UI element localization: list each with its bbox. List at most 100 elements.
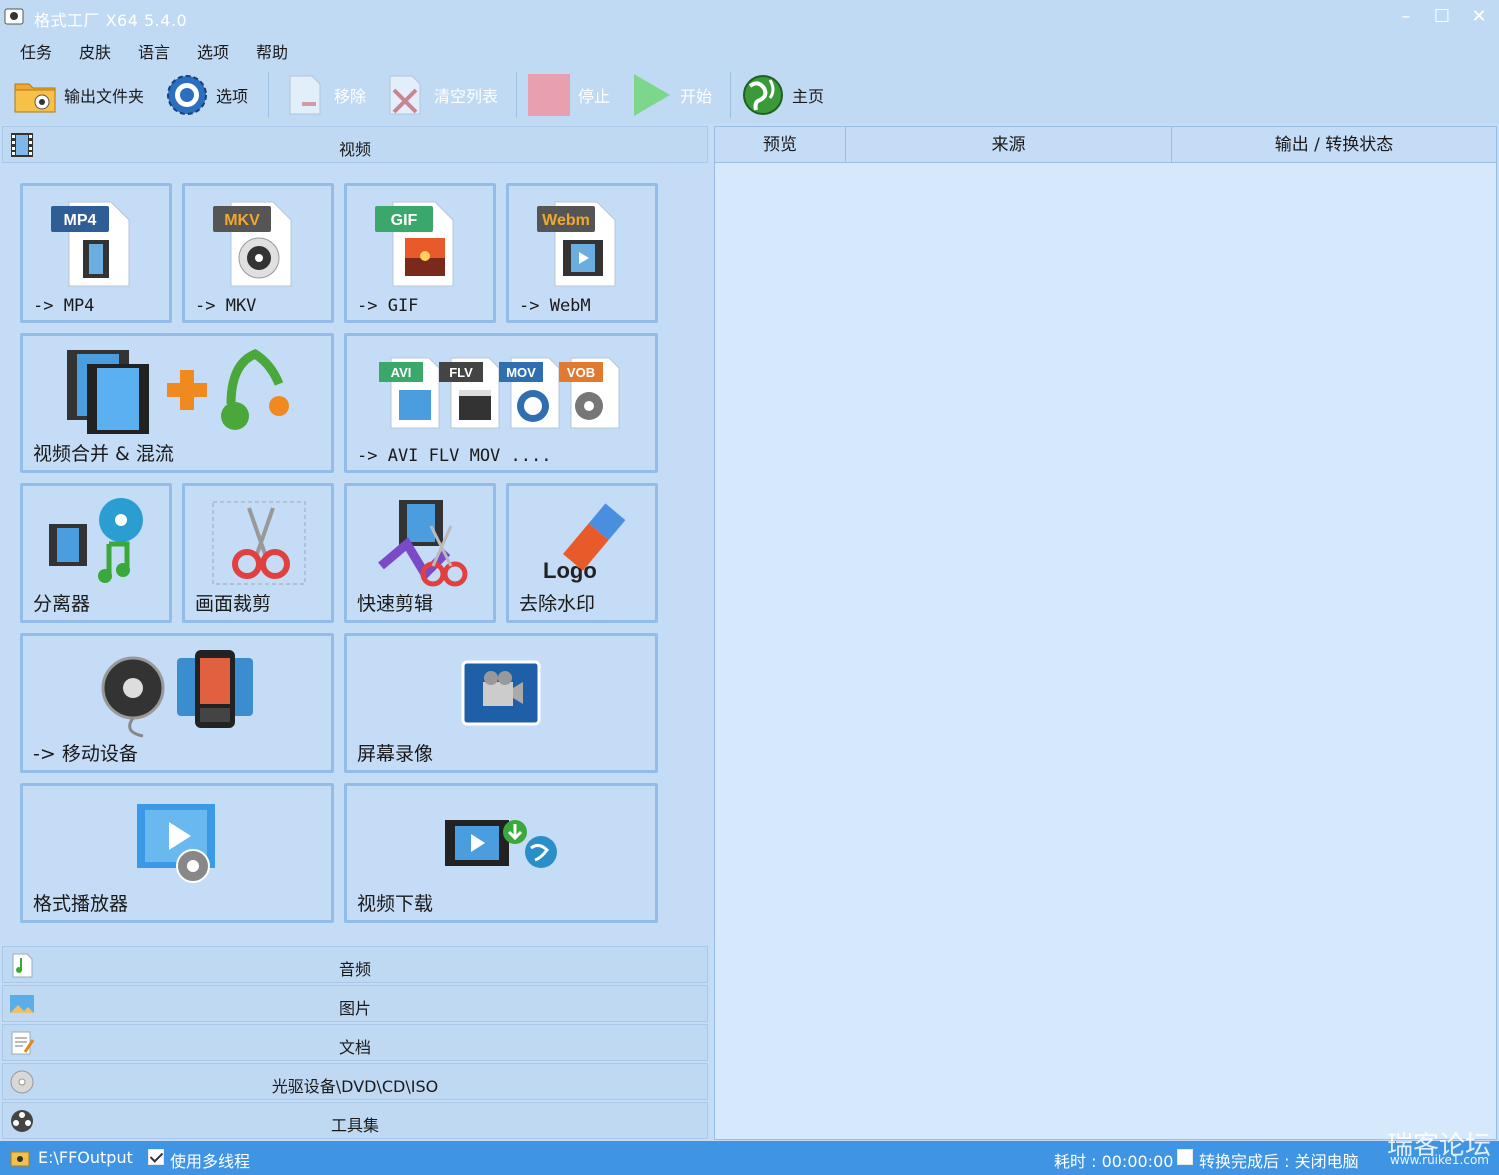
clear-list-button[interactable]: 清空列表 bbox=[382, 70, 498, 120]
menu-options[interactable]: 选项 bbox=[197, 39, 229, 63]
minimize-button[interactable]: – bbox=[1392, 6, 1420, 28]
category-rom-device[interactable]: 光驱设备\DVD\CD\ISO bbox=[2, 1063, 708, 1100]
remove-button[interactable]: 移除 bbox=[282, 70, 366, 120]
mobile-device-icon bbox=[101, 650, 253, 738]
tile-label: 视频合并 & 混流 bbox=[33, 443, 174, 465]
multithread-label: 使用多线程 bbox=[170, 1152, 251, 1171]
tile-quick-clip[interactable]: 快速剪辑 bbox=[344, 483, 496, 623]
status-bar: E:\FFOutput 使用多线程 耗时 : 00:00:00 转换完成后 : … bbox=[0, 1131, 1499, 1175]
watermark-url: www.ruike1.com bbox=[1389, 1153, 1489, 1167]
menu-bar: 任务 皮肤 语言 选项 帮助 bbox=[0, 34, 1499, 66]
merge-icon bbox=[67, 348, 289, 434]
mov-badge: MOV bbox=[506, 365, 536, 380]
tile-to-mkv[interactable]: MKV -> MKV bbox=[182, 183, 334, 323]
play-icon bbox=[634, 74, 670, 116]
column-output-status[interactable]: 输出 / 转换状态 bbox=[1172, 127, 1496, 163]
start-button[interactable]: 开始 bbox=[628, 70, 712, 120]
after-done-label: 转换完成后 : 关闭电脑 bbox=[1199, 1152, 1359, 1171]
gif-badge: GIF bbox=[391, 212, 418, 229]
output-folder-icon bbox=[10, 1151, 30, 1167]
tile-splitter[interactable]: 分离器 bbox=[20, 483, 172, 623]
gif-file-icon: GIF bbox=[375, 201, 454, 287]
player-icon bbox=[137, 804, 215, 883]
mkv-badge: MKV bbox=[224, 212, 260, 229]
stop-button[interactable]: 停止 bbox=[526, 70, 610, 120]
maximize-button[interactable]: ☐ bbox=[1428, 6, 1456, 28]
category-image[interactable]: 图片 bbox=[2, 985, 708, 1022]
multithread-checkbox[interactable] bbox=[148, 1149, 164, 1165]
home-button[interactable]: 主页 bbox=[740, 70, 824, 120]
title-bar: 格式工厂 X64 5.4.0 – ☐ ✕ bbox=[0, 0, 1499, 34]
task-list-table[interactable]: 预览 来源 输出 / 转换状态 bbox=[714, 126, 1497, 1140]
tile-to-other-formats[interactable]: AVI FLV MOV VOB -> AVI FLV MOV .... bbox=[344, 333, 658, 473]
tile-label: 快速剪辑 bbox=[357, 593, 434, 615]
tile-remove-logo[interactable]: Logo 去除水印 bbox=[506, 483, 658, 623]
toolbar-separator bbox=[268, 72, 269, 118]
tile-label: -> 移动设备 bbox=[33, 743, 138, 765]
scissors-crop-icon bbox=[212, 501, 306, 585]
output-path[interactable]: E:\FFOutput bbox=[38, 1148, 133, 1167]
tile-video-download[interactable]: 视频下载 bbox=[344, 783, 658, 923]
window-title: 格式工厂 X64 5.4.0 bbox=[34, 11, 188, 30]
tile-label: 格式播放器 bbox=[33, 893, 129, 915]
tile-to-mp4[interactable]: MP4 -> MP4 bbox=[20, 183, 172, 323]
vob-badge: VOB bbox=[567, 365, 595, 380]
tile-label: 分离器 bbox=[33, 593, 91, 615]
screen-record-icon bbox=[461, 660, 541, 726]
flv-badge: FLV bbox=[449, 365, 473, 380]
category-audio[interactable]: 音频 bbox=[2, 946, 708, 983]
tile-label: 视频下载 bbox=[357, 893, 434, 915]
after-done-checkbox[interactable] bbox=[1177, 1149, 1193, 1165]
tile-label: -> MP4 bbox=[33, 296, 95, 316]
video-download-icon bbox=[445, 820, 557, 868]
tile-to-webm[interactable]: Webm -> WebM bbox=[506, 183, 658, 323]
column-preview[interactable]: 预览 bbox=[715, 127, 846, 163]
menu-skin[interactable]: 皮肤 bbox=[79, 39, 111, 63]
category-document[interactable]: 文档 bbox=[2, 1024, 708, 1061]
webm-badge: Webm bbox=[542, 212, 590, 229]
mp4-file-icon: MP4 bbox=[51, 201, 130, 287]
menu-task[interactable]: 任务 bbox=[20, 39, 52, 63]
tile-label: 画面裁剪 bbox=[195, 593, 272, 615]
mkv-file-icon: MKV bbox=[213, 201, 292, 287]
folder-icon bbox=[14, 83, 56, 113]
app-logo-icon bbox=[4, 8, 24, 25]
close-button[interactable]: ✕ bbox=[1465, 6, 1493, 28]
elapsed-time: 耗时 : 00:00:00 bbox=[1054, 1152, 1174, 1171]
toolbar: 输出文件夹 选项 移除 清空列表 停止 开始 主页 bbox=[0, 66, 1499, 124]
tile-label: 屏幕录像 bbox=[357, 743, 434, 765]
eraser-icon: Logo bbox=[543, 503, 626, 583]
tile-merge-mux[interactable]: 视频合并 & 混流 bbox=[20, 333, 334, 473]
webm-file-icon: Webm bbox=[537, 201, 616, 287]
quick-clip-icon bbox=[378, 500, 468, 587]
multi-format-icon: AVI FLV MOV VOB bbox=[379, 357, 620, 429]
splitter-icon bbox=[49, 498, 143, 583]
tile-label: -> AVI FLV MOV .... bbox=[357, 446, 552, 466]
menu-help[interactable]: 帮助 bbox=[256, 39, 288, 63]
menu-language[interactable]: 语言 bbox=[138, 39, 170, 63]
clear-list-icon bbox=[389, 75, 421, 115]
column-source[interactable]: 来源 bbox=[846, 127, 1172, 163]
tile-screen-record[interactable]: 屏幕录像 bbox=[344, 633, 658, 773]
category-tools[interactable]: 工具集 bbox=[2, 1102, 708, 1139]
tile-label: -> GIF bbox=[357, 296, 419, 316]
gear-icon bbox=[167, 75, 207, 115]
tile-crop[interactable]: 画面裁剪 bbox=[182, 483, 334, 623]
stop-icon bbox=[528, 74, 570, 116]
tile-to-gif[interactable]: GIF -> GIF bbox=[344, 183, 496, 323]
toolbar-separator bbox=[730, 72, 731, 118]
mp4-badge: MP4 bbox=[64, 212, 97, 229]
video-tools-grid: MP4 -> MP4 MKV -> MKV GIF -> GIF Webm ->… bbox=[2, 165, 708, 945]
category-video[interactable]: 视频 bbox=[2, 126, 708, 163]
category-panel: 视频 MP4 -> MP4 MKV -> MKV GIF -> GIF Webm… bbox=[0, 124, 712, 1140]
options-button[interactable]: 选项 bbox=[164, 70, 248, 120]
output-folder-button[interactable]: 输出文件夹 bbox=[12, 70, 144, 120]
tile-label: 去除水印 bbox=[519, 593, 596, 615]
tile-mobile-device[interactable]: -> 移动设备 bbox=[20, 633, 334, 773]
globe-icon bbox=[743, 75, 783, 115]
tile-format-player[interactable]: 格式播放器 bbox=[20, 783, 334, 923]
tile-label: -> WebM bbox=[519, 296, 591, 316]
document-remove-icon bbox=[289, 75, 321, 115]
toolbar-separator bbox=[516, 72, 517, 118]
tile-label: -> MKV bbox=[195, 296, 257, 316]
